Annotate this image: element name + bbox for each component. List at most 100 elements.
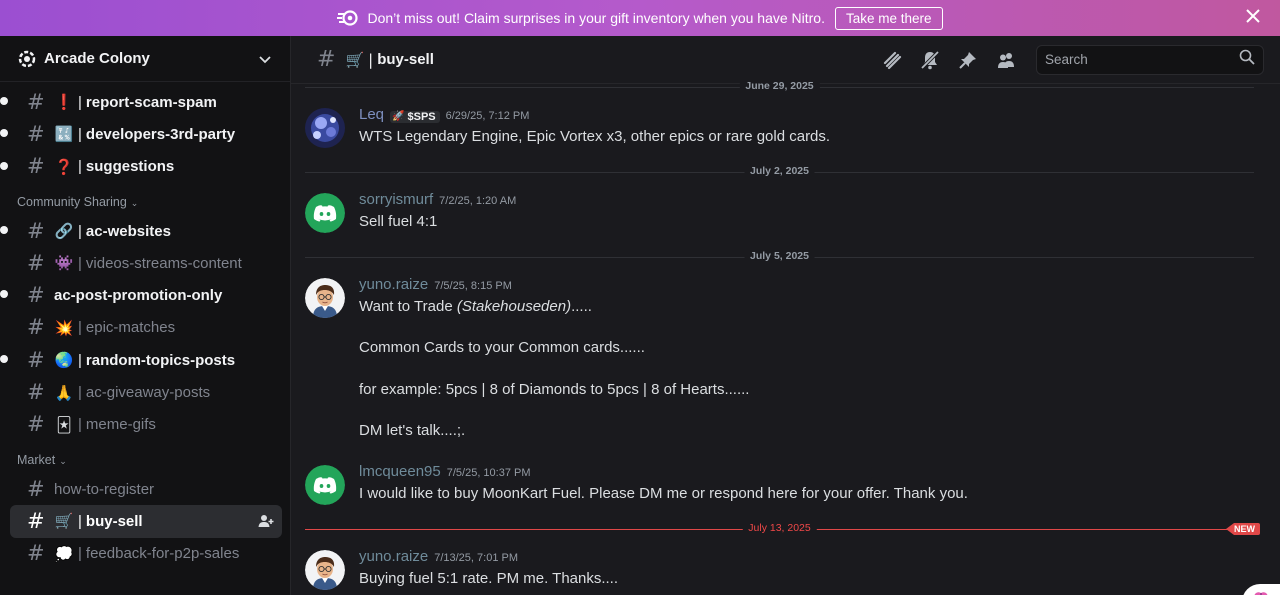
channel-videos-streams-content[interactable]: # 👾 | videos-streams-content bbox=[10, 247, 282, 279]
avatar[interactable] bbox=[305, 278, 345, 318]
nitro-icon bbox=[337, 9, 359, 27]
channel-ac-post-promotion-only[interactable]: # ac-post-promotion-only bbox=[0, 279, 282, 311]
channel-emoji: ❓ bbox=[54, 157, 74, 176]
unread-dot bbox=[0, 161, 8, 170]
channel-emoji: 🔗 bbox=[54, 222, 74, 241]
channel-how-to-register[interactable]: # how-to-register bbox=[10, 473, 282, 505]
chat-area: # 🛒 | buy-sell June 29, 2025 bbox=[290, 36, 1280, 595]
message-header: sorryismurf 7/2/25, 1:20 AM bbox=[359, 191, 516, 208]
hash-icon: # bbox=[27, 154, 45, 179]
take-me-there-button[interactable]: Take me there bbox=[834, 6, 943, 30]
timestamp: 7/5/25, 10:37 PM bbox=[446, 467, 531, 479]
channel-list: # ❗ | report-scam-spam # 🔣 | developers-… bbox=[0, 82, 290, 570]
avatar[interactable] bbox=[305, 550, 345, 590]
category-community-sharing[interactable]: Community Sharing ⌄ bbox=[0, 183, 290, 215]
search-box[interactable] bbox=[1036, 44, 1264, 75]
server-guide-icon bbox=[18, 50, 36, 68]
channel-epic-matches[interactable]: # 💥 | epic-matches bbox=[10, 312, 282, 344]
channel-header: # 🛒 | buy-sell bbox=[291, 36, 1280, 84]
search-input[interactable] bbox=[1045, 52, 1239, 67]
author-name[interactable]: lmcqueen95 bbox=[359, 463, 441, 480]
avatar[interactable] bbox=[305, 193, 345, 233]
message-content: I would like to buy MoonKart Fuel. Pleas… bbox=[359, 485, 968, 502]
channel-emoji: 🔣 bbox=[54, 125, 74, 144]
channel-ac-websites[interactable]: # 🔗 | ac-websites bbox=[0, 215, 282, 247]
message-list: June 29, 2025 Leq 🚀 $SPS 6/29/25, 7:12 P… bbox=[291, 80, 1280, 595]
hash-icon: # bbox=[27, 412, 45, 437]
hash-icon: # bbox=[27, 508, 45, 533]
channel-name: ac-websites bbox=[85, 222, 171, 240]
author-name[interactable]: sorryismurf bbox=[359, 191, 433, 208]
channel-name: buy-sell bbox=[85, 512, 143, 530]
message-content: Buying fuel 5:1 rate. PM me. Thanks.... bbox=[359, 570, 619, 587]
notification-bell-muted-icon[interactable] bbox=[920, 50, 940, 70]
message: yuno.raize 7/5/25, 8:15 PM Want to Trade… bbox=[305, 276, 1260, 446]
channel-feedback-for-p2p-sales[interactable]: # 💭 | feedback-for-p2p-sales bbox=[10, 538, 282, 570]
channel-meme-gifs[interactable]: # 🃏 | meme-gifs bbox=[10, 409, 282, 441]
hash-icon: # bbox=[27, 250, 45, 275]
channel-buy-sell[interactable]: # 🛒 | buy-sell bbox=[10, 505, 282, 538]
close-icon[interactable] bbox=[1246, 9, 1262, 25]
new-messages-divider: July 13, 2025 NEW bbox=[305, 522, 1260, 535]
date-label: July 2, 2025 bbox=[744, 165, 815, 177]
date-divider: June 29, 2025 bbox=[305, 80, 1254, 92]
message-header: lmcqueen95 7/5/25, 10:37 PM bbox=[359, 463, 531, 480]
threads-icon[interactable] bbox=[882, 50, 902, 70]
author-name[interactable]: yuno.raize bbox=[359, 276, 428, 293]
unread-dot bbox=[0, 97, 8, 105]
category-market[interactable]: Market ⌄ bbox=[0, 441, 290, 473]
message-text: ..... bbox=[571, 298, 592, 315]
message-content-line: DM let's talk....;. bbox=[359, 422, 466, 439]
date-label: June 29, 2025 bbox=[739, 80, 820, 92]
chevron-down-icon[interactable] bbox=[258, 52, 272, 66]
pin-icon[interactable] bbox=[958, 50, 978, 70]
channel-name: ac-post-promotion-only bbox=[54, 287, 223, 305]
unread-dot bbox=[0, 225, 8, 234]
channel-ac-giveaway-posts[interactable]: # 🙏 | ac-giveaway-posts bbox=[10, 376, 282, 408]
server-name: Arcade Colony bbox=[44, 50, 150, 67]
new-badge: NEW bbox=[1226, 523, 1260, 535]
channel-name: meme-gifs bbox=[85, 416, 156, 434]
author-name[interactable]: yuno.raize bbox=[359, 548, 428, 565]
unread-dot bbox=[0, 290, 8, 299]
create-invite-icon[interactable] bbox=[258, 513, 274, 529]
avatar[interactable] bbox=[305, 108, 345, 148]
unread-dot bbox=[0, 355, 8, 364]
category-label: Community Sharing bbox=[17, 194, 127, 209]
message-italic-text: (Stakehouseden) bbox=[456, 298, 572, 315]
hash-icon: # bbox=[27, 121, 45, 146]
message-content-line: Want to Trade (Stakehouseden)..... bbox=[359, 298, 592, 315]
channel-separator: | bbox=[78, 416, 82, 434]
member-list-icon[interactable] bbox=[996, 50, 1016, 70]
message-content: Sell fuel 4:1 bbox=[359, 213, 438, 230]
channel-report-scam-spam[interactable]: # ❗ | report-scam-spam bbox=[0, 86, 282, 118]
channel-separator: | bbox=[78, 125, 82, 143]
message: yuno.raize 7/13/25, 7:01 PM Buying fuel … bbox=[305, 548, 1260, 595]
channel-suggestions[interactable]: # ❓ | suggestions bbox=[0, 151, 282, 183]
channel-separator: | bbox=[78, 512, 82, 530]
timestamp: 7/2/25, 1:20 AM bbox=[439, 195, 517, 207]
channel-separator: | bbox=[368, 50, 374, 69]
server-header[interactable]: Arcade Colony bbox=[0, 36, 290, 82]
message: Leq 🚀 $SPS 6/29/25, 7:12 PM WTS Legendar… bbox=[305, 106, 1260, 156]
channel-name: feedback-for-p2p-sales bbox=[85, 545, 240, 563]
nitro-banner: Don’t miss out! Claim surprises in your … bbox=[0, 0, 1280, 36]
message-header: yuno.raize 7/5/25, 8:15 PM bbox=[359, 276, 512, 293]
hash-icon: # bbox=[317, 47, 336, 72]
search-icon[interactable] bbox=[1239, 49, 1255, 70]
category-label: Market bbox=[17, 452, 56, 467]
channel-name: epic-matches bbox=[85, 319, 176, 337]
channel-developers-3rd-party[interactable]: # 🔣 | developers-3rd-party bbox=[0, 118, 282, 150]
server-tag[interactable]: 🚀 $SPS bbox=[390, 110, 440, 123]
message-header: yuno.raize 7/13/25, 7:01 PM bbox=[359, 548, 518, 565]
channel-random-topics-posts[interactable]: # 🌏 | random-topics-posts bbox=[0, 344, 282, 376]
channel-title: buy-sell bbox=[377, 51, 434, 68]
channel-separator: | bbox=[78, 384, 82, 402]
timestamp: 6/29/25, 7:12 PM bbox=[445, 110, 530, 122]
hash-icon: # bbox=[27, 283, 45, 308]
hash-icon: # bbox=[27, 89, 45, 114]
date-label: July 5, 2025 bbox=[744, 250, 815, 262]
author-name[interactable]: Leq bbox=[359, 106, 384, 123]
avatar[interactable] bbox=[305, 465, 345, 505]
channel-emoji: 🌏 bbox=[54, 351, 74, 370]
